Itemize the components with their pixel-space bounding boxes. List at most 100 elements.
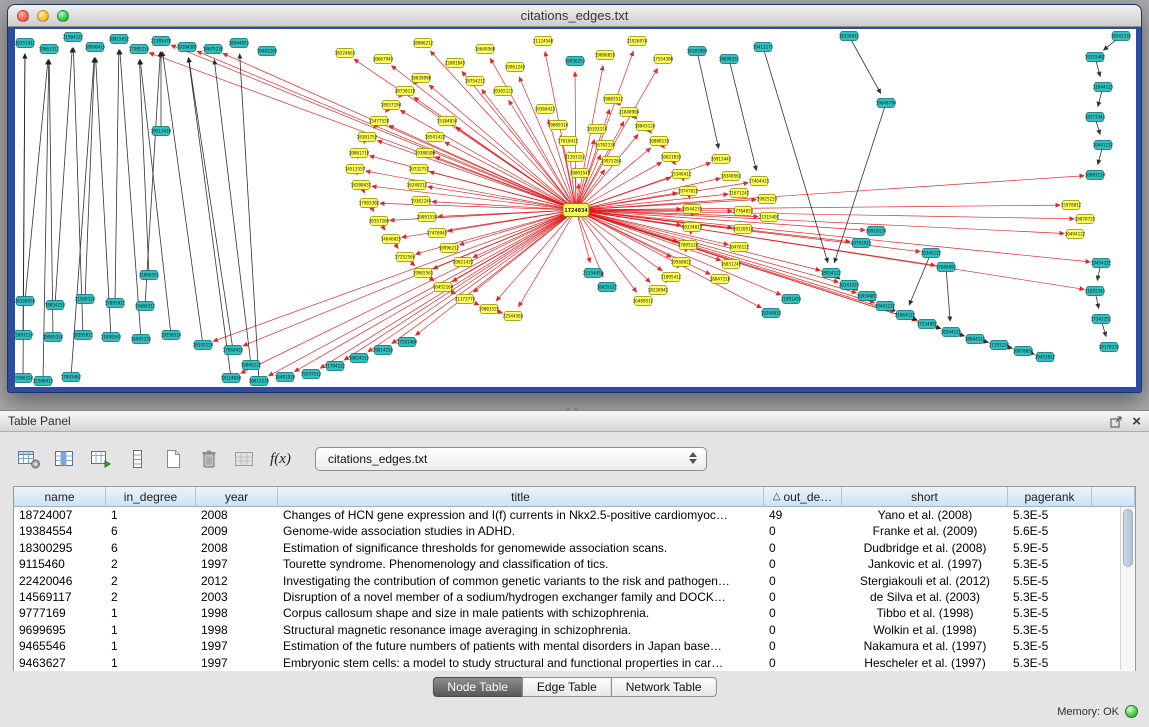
graph-node[interactable]: 19368413 — [535, 105, 556, 114]
graph-node[interactable]: 19306124 — [15, 374, 34, 383]
panel-resize-grip[interactable] — [565, 399, 585, 405]
graph-node[interactable]: 20667943 — [373, 55, 394, 64]
graph-node[interactable]: 20193314 — [587, 125, 608, 134]
graph-node[interactable]: 18435122 — [597, 283, 618, 292]
graph-node[interactable]: 17470943 — [427, 229, 448, 238]
new-document-icon[interactable] — [159, 446, 186, 472]
graph-node[interactable]: 21926974 — [627, 37, 648, 46]
graph-node[interactable]: 16491528 — [275, 373, 296, 382]
graph-node[interactable]: 20091534 — [417, 213, 438, 222]
graph-node[interactable]: 19454122 — [1091, 259, 1112, 268]
graph-node[interactable]: 21095412 — [661, 273, 682, 282]
graph-node[interactable]: 20357209 — [369, 217, 390, 226]
graph-node[interactable]: 19965561 — [413, 269, 434, 278]
graph-node[interactable]: 18200432 — [351, 181, 372, 190]
graph-node[interactable]: 17610412 — [558, 137, 579, 146]
graph-node[interactable]: 21671242 — [729, 189, 750, 198]
graph-node[interactable]: 19441232 — [875, 302, 896, 311]
table-settings-icon[interactable] — [15, 446, 42, 472]
graph-node[interactable]: 18996212 — [439, 244, 460, 253]
graph-node[interactable]: 18224661 — [335, 49, 356, 58]
graph-node[interactable]: 17784033 — [733, 207, 754, 216]
tab-node-table[interactable]: Node Table — [432, 677, 523, 697]
graph-node[interactable]: 16905233 — [131, 335, 152, 344]
graph-node[interactable]: 18878723 — [1075, 215, 1096, 224]
table-row[interactable]: 969969511998Structural magnetic resonanc… — [14, 622, 1135, 638]
graph-node[interactable]: 20345122 — [921, 249, 942, 258]
import-table-icon[interactable] — [87, 446, 114, 472]
function-icon[interactable]: f(x) — [267, 446, 294, 472]
graph-node[interactable]: 21560124 — [75, 295, 96, 304]
graph-node[interactable]: 20160550 — [15, 297, 36, 306]
graph-node[interactable]: 18937294 — [381, 101, 402, 110]
delete-table-icon[interactable] — [195, 446, 222, 472]
graph-node[interactable]: 17554300 — [653, 55, 674, 64]
column-header[interactable]: short — [842, 487, 1008, 507]
graph-node[interactable]: 19550314 — [161, 331, 182, 340]
graph-node[interactable]: 14513357 — [345, 165, 366, 174]
graph-node[interactable]: 17895022 — [105, 299, 126, 308]
graph-node[interactable]: 21534451 — [583, 269, 604, 278]
table-scrollbar[interactable] — [1120, 507, 1135, 670]
graph-node[interactable]: 18754212 — [465, 77, 486, 86]
show-columns-icon[interactable] — [51, 446, 78, 472]
graph-node[interactable]: 14646025 — [381, 235, 402, 244]
graph-node[interactable]: 20913441 — [711, 155, 732, 164]
graph-node[interactable]: 19204385 — [177, 43, 198, 52]
graph-node[interactable]: 16031245 — [721, 260, 742, 269]
window-titlebar[interactable]: citations_edges.txt — [8, 5, 1141, 27]
graph-node[interactable]: 19747022 — [678, 187, 699, 196]
graph-node[interactable]: 19244033 — [761, 309, 782, 318]
graph-node[interactable]: 21393152 — [565, 153, 586, 162]
scrollbar-thumb[interactable] — [1123, 509, 1133, 567]
graph-node[interactable]: 20614233 — [373, 346, 394, 355]
table-row[interactable]: 977716911998Corpus callosum shape and si… — [14, 605, 1135, 621]
graph-node[interactable]: 16093124 — [1085, 171, 1106, 180]
table-source-select[interactable]: citations_edges.txt — [315, 447, 707, 471]
table-row[interactable]: 1456911722003Disruption of a novel membe… — [14, 589, 1135, 605]
graph-node[interactable]: 17093402 — [61, 373, 82, 382]
graph-node[interactable]: 18024515 — [349, 354, 370, 363]
graph-node[interactable]: 18006212 — [413, 39, 434, 48]
graph-node[interactable]: 18675230 — [203, 45, 224, 54]
column-header[interactable]: in_degree — [106, 487, 196, 507]
close-panel-button[interactable]: × — [1132, 411, 1141, 432]
graph-node[interactable]: 16489512 — [633, 297, 654, 306]
graph-node[interactable]: 15146412 — [671, 170, 692, 179]
graph-node[interactable]: 19861511 — [39, 45, 60, 54]
graph-node[interactable]: 16452164 — [433, 283, 454, 292]
graph-node[interactable]: 18791913 — [851, 239, 872, 248]
graph-node[interactable]: 16934081 — [857, 292, 878, 301]
graph-node[interactable]: 18043124 — [635, 122, 656, 131]
graph-node[interactable]: 20395124 — [193, 341, 214, 350]
graph-node[interactable]: 17095124 — [678, 241, 699, 250]
graph-node[interactable]: 16649568 — [475, 45, 496, 54]
graph-node[interactable]: 21864122 — [895, 311, 916, 320]
graph-node[interactable]: 19973264 — [601, 157, 622, 166]
graph-node[interactable]: 20815233 — [249, 377, 270, 386]
graph-node[interactable]: 17995210 — [129, 45, 150, 54]
graph-node[interactable]: 19482260 — [257, 47, 278, 56]
table-row[interactable]: 1938455462009Genome-wide association stu… — [14, 523, 1135, 539]
graph-node[interactable]: 17903302 — [359, 199, 380, 208]
table-row[interactable]: 911546021997Tourette syndrome. Phenomeno… — [14, 556, 1135, 572]
graph-node[interactable]: 20889314 — [548, 121, 569, 130]
graph-node[interactable]: 15184034 — [437, 117, 458, 126]
graph-node[interactable]: 16878034 — [1013, 347, 1034, 356]
graph-node[interactable]: 18541423 — [425, 133, 446, 142]
graph-node[interactable]: 18301752 — [357, 133, 378, 142]
graph-node[interactable]: 19003525 — [479, 305, 500, 314]
graph-node[interactable]: 20021433 — [453, 258, 474, 267]
graph-node[interactable]: 21500413 — [33, 377, 54, 386]
graph-node[interactable]: 18395021 — [73, 331, 94, 340]
graph-node[interactable]: 18847210 — [710, 275, 731, 284]
graph-node[interactable]: 19388100 — [415, 149, 436, 158]
graph-node[interactable]: 22544363 — [503, 312, 524, 321]
tab-edge-table[interactable]: Edge Table — [522, 677, 612, 697]
graph-node[interactable]: 19845122 — [241, 361, 262, 370]
graph-node[interactable]: 21173776 — [455, 295, 476, 304]
graph-node[interactable]: 18183904 — [687, 47, 708, 56]
graph-node[interactable]: 19086053 — [595, 51, 616, 60]
tab-network-table[interactable]: Network Table — [611, 677, 717, 697]
graph-node[interactable]: 20944851 — [229, 39, 250, 48]
